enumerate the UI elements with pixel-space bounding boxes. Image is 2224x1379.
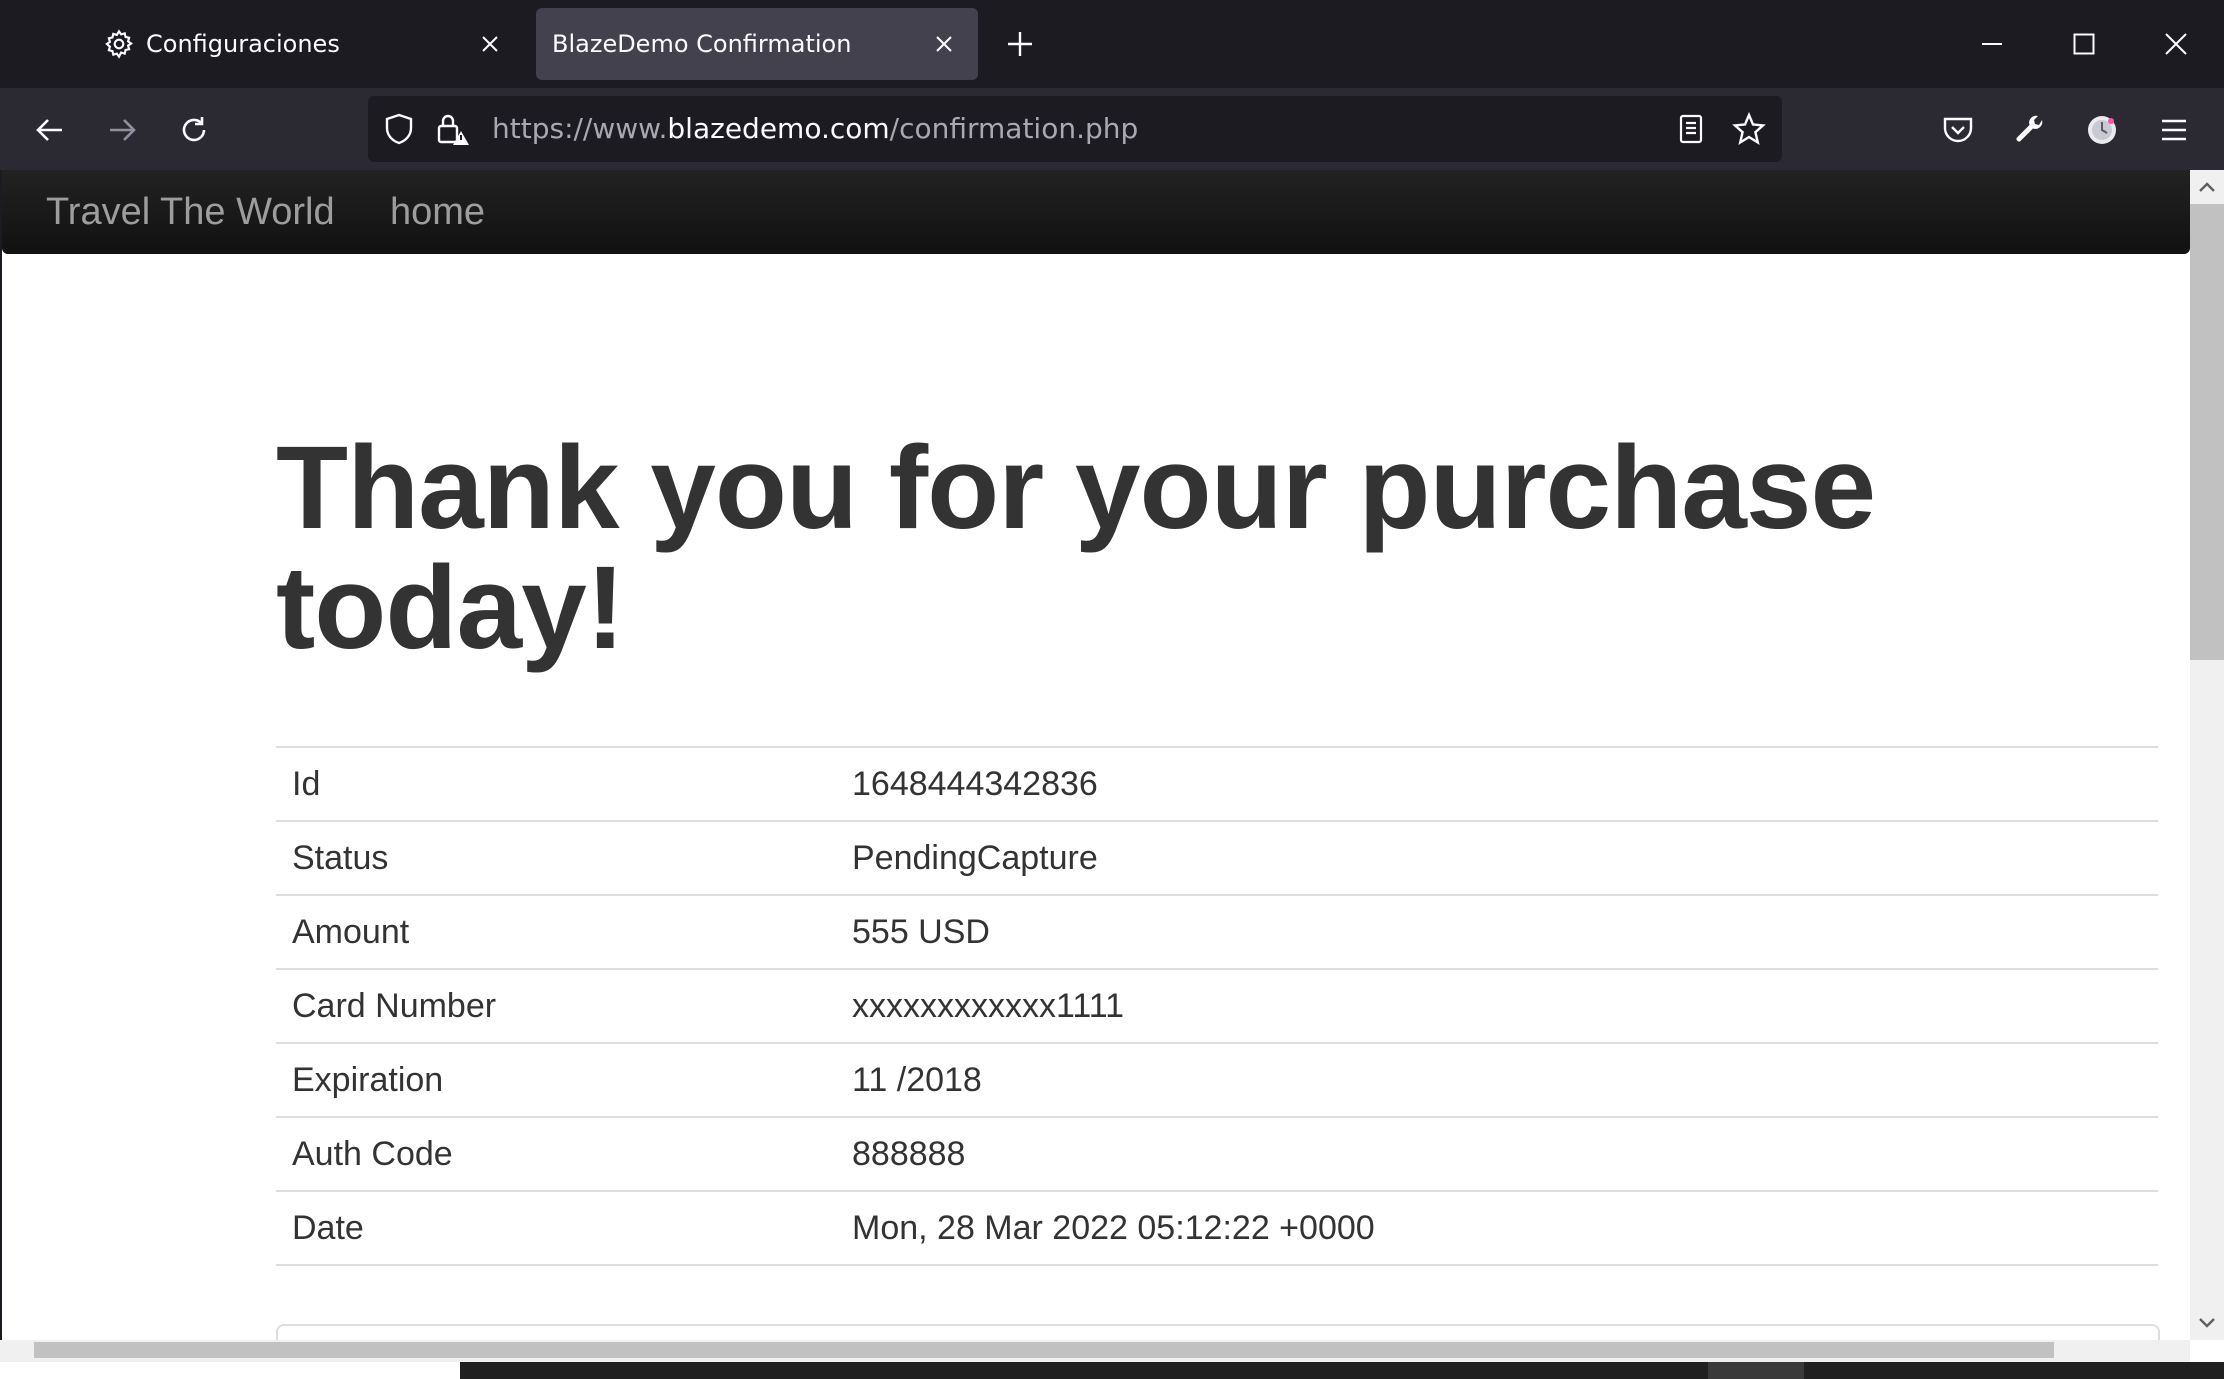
back-arrow-icon[interactable] bbox=[26, 106, 74, 154]
forward-arrow-icon[interactable] bbox=[98, 106, 146, 154]
partial-content-box bbox=[276, 1324, 2160, 1340]
site-navbar: Travel The World home bbox=[2, 170, 2190, 254]
url-text[interactable]: https://www.blazedemo.com/confirmation.p… bbox=[492, 96, 1138, 162]
hamburger-menu-icon[interactable] bbox=[2150, 106, 2198, 154]
maximize-window-icon[interactable] bbox=[2054, 16, 2114, 72]
row-label: Card Number bbox=[276, 968, 836, 1043]
row-value: PendingCapture bbox=[836, 820, 2158, 895]
table-row: Status PendingCapture bbox=[276, 820, 2158, 895]
row-value: Mon, 28 Mar 2022 05:12:22 +0000 bbox=[836, 1190, 2158, 1266]
row-value: 1648444342836 bbox=[836, 746, 2158, 821]
scroll-up-arrow-icon[interactable] bbox=[2190, 170, 2224, 204]
brand-link[interactable]: Travel The World bbox=[46, 170, 335, 254]
url-prefix: https://www. bbox=[492, 112, 668, 145]
row-value: 888888 bbox=[836, 1116, 2158, 1191]
table-row: Card Number xxxxxxxxxxxx1111 bbox=[276, 968, 2158, 1043]
wrench-icon[interactable] bbox=[2006, 106, 2054, 154]
tab-title: BlazeDemo Confirmation bbox=[552, 30, 852, 58]
taskbar-active-app[interactable] bbox=[1708, 1362, 1804, 1379]
scroll-down-arrow-icon[interactable] bbox=[2190, 1306, 2224, 1340]
vertical-scrollbar[interactable] bbox=[2190, 170, 2224, 1340]
url-host: blazedemo.com bbox=[667, 112, 890, 145]
row-value: 555 USD bbox=[836, 894, 2158, 969]
row-label: Amount bbox=[276, 894, 836, 969]
browser-tab-bar: Configuraciones BlazeDemo Confirmation bbox=[0, 0, 2224, 88]
browser-toolbar: https://www.blazedemo.com/confirmation.p… bbox=[0, 88, 2224, 170]
row-value: 11 /2018 bbox=[836, 1042, 2158, 1117]
home-link[interactable]: home bbox=[390, 170, 485, 254]
lock-warning-icon[interactable] bbox=[432, 108, 474, 150]
horizontal-scroll-thumb[interactable] bbox=[34, 1342, 2054, 1358]
row-label: Expiration bbox=[276, 1042, 836, 1117]
close-tab-icon[interactable] bbox=[924, 24, 964, 64]
page-heading: Thank you for your purchase today! bbox=[276, 422, 1876, 674]
row-label: Auth Code bbox=[276, 1116, 836, 1191]
table-row: Amount 555 USD bbox=[276, 894, 2158, 969]
close-window-icon[interactable] bbox=[2146, 16, 2206, 72]
os-taskbar-edge bbox=[0, 1362, 2224, 1379]
row-label: Status bbox=[276, 820, 836, 895]
shield-icon[interactable] bbox=[378, 108, 420, 150]
table-row: Date Mon, 28 Mar 2022 05:12:22 +0000 bbox=[276, 1190, 2158, 1266]
tab-title: Configuraciones bbox=[146, 30, 340, 58]
address-bar[interactable]: https://www.blazedemo.com/confirmation.p… bbox=[368, 96, 1782, 162]
row-value: xxxxxxxxxxxx1111 bbox=[836, 968, 2158, 1043]
table-row: Auth Code 888888 bbox=[276, 1116, 2158, 1191]
table-row: Expiration 11 /2018 bbox=[276, 1042, 2158, 1117]
url-path: /confirmation.php bbox=[889, 112, 1139, 145]
tab-configuraciones[interactable]: Configuraciones bbox=[88, 8, 524, 80]
row-label: Id bbox=[276, 746, 836, 821]
new-tab-plus-icon[interactable] bbox=[1000, 24, 1040, 64]
pocket-icon[interactable] bbox=[1934, 106, 1982, 154]
extension-icon[interactable] bbox=[2078, 106, 2126, 154]
horizontal-scrollbar[interactable] bbox=[0, 1340, 2190, 1362]
row-label: Date bbox=[276, 1190, 836, 1266]
vertical-scroll-thumb[interactable] bbox=[2190, 204, 2224, 660]
reload-icon[interactable] bbox=[170, 106, 218, 154]
tab-blazedemo-confirmation[interactable]: BlazeDemo Confirmation bbox=[536, 8, 978, 80]
confirmation-details-table: Id 1648444342836 Status PendingCapture A… bbox=[276, 746, 2158, 1266]
taskbar-strip bbox=[460, 1362, 2224, 1379]
minimize-window-icon[interactable] bbox=[1962, 16, 2022, 72]
gear-icon bbox=[102, 27, 136, 61]
close-tab-icon[interactable] bbox=[470, 24, 510, 64]
reader-view-icon[interactable] bbox=[1670, 108, 1712, 150]
page-viewport: Travel The World home Thank you for your… bbox=[0, 170, 2190, 1340]
table-row: Id 1648444342836 bbox=[276, 746, 2158, 821]
bookmark-star-icon[interactable] bbox=[1728, 108, 1770, 150]
